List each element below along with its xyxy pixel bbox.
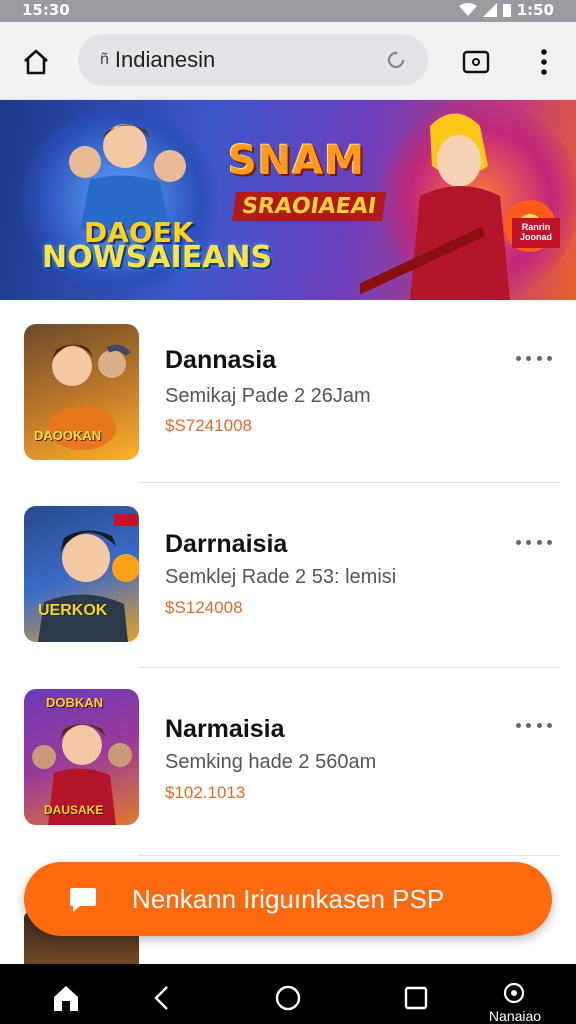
thumbnail-caption: DAUSAKE <box>44 803 104 817</box>
list-item[interactable]: DAOOKAN Dannasia Semikaj Pade 2 26Jam $S… <box>0 300 576 484</box>
divider <box>138 855 560 856</box>
item-title: Dannasia <box>165 346 277 374</box>
nav-home-button[interactable] <box>46 978 86 1018</box>
item-price: $S124008 <box>165 598 243 617</box>
home-icon <box>24 49 48 75</box>
dot-icon <box>526 355 532 361</box>
tabs-icon <box>462 50 490 74</box>
circle-home-icon <box>275 985 301 1011</box>
dot-icon <box>526 722 532 728</box>
home-icon <box>54 986 78 1011</box>
url-text: Indianesin <box>114 47 216 72</box>
item-price: $102.1013 <box>165 783 246 802</box>
nav-circle-home-button[interactable] <box>268 978 308 1018</box>
banner-badge: Ranrin Joonad <box>512 218 560 248</box>
game-thumbnail: UERKOK <box>24 506 139 642</box>
item-more-button[interactable] <box>516 715 552 735</box>
reload-icon[interactable] <box>384 48 408 72</box>
thumbnail-art <box>38 514 139 642</box>
dot-icon <box>536 539 542 545</box>
dot-icon <box>526 539 532 545</box>
divider <box>138 482 560 483</box>
dot-icon <box>516 539 521 545</box>
home-button[interactable] <box>16 42 56 82</box>
item-price: $S7241008 <box>165 416 252 435</box>
item-subtitle: Semklej Rade 2 53: lemisi <box>165 566 397 588</box>
dot-icon <box>516 355 521 361</box>
status-icons: 1:50 <box>458 0 554 20</box>
nav-assistant-label: Nanaiao <box>488 1008 542 1024</box>
item-subtitle: Semikaj Pade 2 26Jam <box>165 385 371 407</box>
overflow-menu-button[interactable] <box>524 42 564 82</box>
status-bar: 15:30 1:50 <box>0 0 576 22</box>
banner-title: SNAM <box>228 138 366 184</box>
banner-subtitle: SRAOIAEAI <box>231 192 387 221</box>
battery-icon <box>502 4 511 17</box>
dot-icon <box>536 722 542 728</box>
more-vert-icon <box>541 49 547 75</box>
item-more-button[interactable] <box>516 348 552 368</box>
browser-toolbar: ñ Indianesin <box>0 22 576 100</box>
dot-icon <box>516 722 521 728</box>
divider <box>138 667 560 668</box>
cta-label: Nenkann Iriguınkasen PSP <box>132 884 445 914</box>
item-title: Darrnaisia <box>165 530 288 558</box>
chat-icon <box>70 888 96 912</box>
status-time: 15:30 <box>22 1 70 19</box>
dot-icon <box>546 722 552 728</box>
bottom-nav-bar: Nanaiao <box>0 964 576 1024</box>
nav-recents-button[interactable] <box>396 978 436 1018</box>
nav-back-button[interactable] <box>142 978 182 1018</box>
dot-icon <box>546 355 552 361</box>
url-field[interactable]: ñ Indianesin <box>78 34 428 86</box>
game-thumbnail: DOBKAN DAUSAKE <box>24 689 139 825</box>
tabs-button[interactable] <box>456 42 496 82</box>
list-item[interactable]: UERKOK Darrnaisia Semklej Rade 2 53: lem… <box>0 484 576 668</box>
wifi-icon <box>458 3 477 16</box>
hero-character-art <box>360 113 556 300</box>
dot-icon <box>536 355 542 361</box>
thumbnail-caption: DAOOKAN <box>34 428 102 443</box>
item-subtitle: Semking hade 2 560am <box>165 751 377 773</box>
signal-icon <box>482 3 497 17</box>
status-time-right: 1:50 <box>516 1 554 19</box>
promo-banner[interactable]: SNAM SRAOIAEAI DAOEK NOWSAIEANS Ranrin J… <box>0 100 576 300</box>
site-info-icon[interactable]: ñ <box>100 51 109 69</box>
list-item[interactable]: DOBKAN DAUSAKE Narmaisia Semking hade 2 … <box>0 669 576 853</box>
item-title: Narmaisia <box>165 715 285 743</box>
thumbnail-caption: UERKOK <box>38 602 108 619</box>
recents-icon <box>404 986 428 1010</box>
heroes-group-art <box>69 124 186 230</box>
assistant-icon <box>503 982 525 1004</box>
game-thumbnail: DAOOKAN <box>24 324 139 460</box>
banner-logo-line2: NOWSAIEANS <box>42 240 273 275</box>
thumbnail-top-caption: DOBKAN <box>46 695 104 710</box>
back-icon <box>154 986 168 1010</box>
item-more-button[interactable] <box>516 532 552 552</box>
dot-icon <box>546 539 552 545</box>
chat-cta-button[interactable]: Nenkann Iriguınkasen PSP <box>24 862 552 936</box>
